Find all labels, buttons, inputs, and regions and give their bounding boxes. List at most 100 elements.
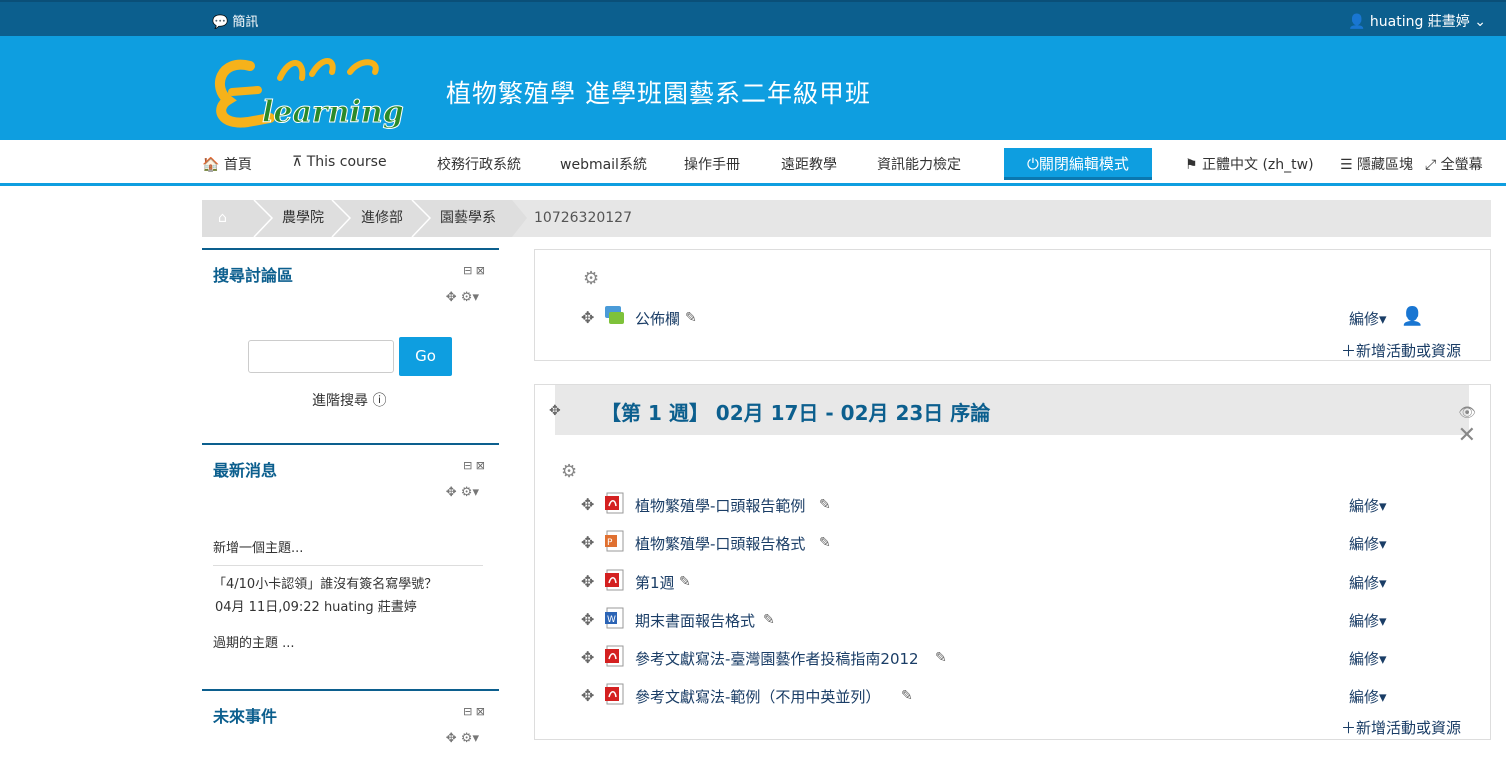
language-menu[interactable]: ⚑ 正體中文 (zh_tw) (1185, 154, 1314, 174)
pdf-icon[interactable] (603, 644, 625, 668)
breadcrumb-current: 10726320127 (534, 210, 632, 226)
pencil-icon[interactable]: ✎ (763, 612, 775, 628)
block-title: 最新消息 (213, 461, 278, 480)
section-header: ✥ 【第 1 週】 02月 17日 - 02月 23日 序論 (549, 385, 1469, 435)
eye-icon[interactable]: 👁 (1458, 405, 1476, 421)
add-topic-link[interactable]: 新增一個主題... (213, 537, 303, 556)
ppt-icon[interactable]: P (603, 529, 625, 553)
activity-name[interactable]: 植物繁殖學-口頭報告範例 (635, 495, 805, 516)
move-icon[interactable]: ✥ (581, 495, 594, 514)
edit-menu[interactable]: 編修▾ (1349, 648, 1387, 669)
svg-text:W: W (607, 615, 616, 625)
nav-school-admin[interactable]: 校務行政系統 (437, 154, 521, 174)
edit-menu[interactable]: 編修▾ (1349, 533, 1387, 554)
activity-name[interactable]: 第1週 (635, 572, 675, 593)
breadcrumb-item[interactable]: 農學院 (282, 200, 324, 237)
breadcrumb: ⌂ 農學院 進修部 園藝學系 10726320127 (202, 200, 1491, 237)
news-item-meta: 04月 11日,09:22 huating 莊晝婷 (215, 600, 417, 615)
course-title: 植物繁殖學 進學班園藝系二年級甲班 (446, 79, 871, 108)
nav-this-course[interactable]: ⊼ This course (292, 154, 387, 170)
user-menu[interactable]: 👤 huating 莊晝婷 ⌄ (1348, 11, 1486, 31)
block-dock-icons[interactable]: ⊟ ⊠ (463, 264, 485, 277)
move-icon[interactable]: ✥ (581, 648, 594, 667)
move-icon[interactable]: ✥ (581, 572, 594, 591)
pencil-icon[interactable]: ✎ (935, 650, 947, 666)
power-icon: ⏻ (1027, 155, 1039, 173)
edit-mode-toggle-button[interactable]: ⏻關閉編輯模式 (1004, 148, 1152, 180)
gear-icon[interactable]: ⚙ (561, 461, 577, 482)
nav-home[interactable]: 🏠 首頁 (202, 154, 252, 174)
header-banner: learning 植物繁殖學 進學班園藝系二年級甲班 (0, 36, 1506, 140)
chevron-down-icon: ⌄ (1474, 14, 1486, 30)
add-activity-link[interactable]: ＋新增活動或資源 (1341, 340, 1461, 361)
pdf-icon[interactable] (603, 491, 625, 515)
fullscreen-button[interactable]: ⤢ 全螢幕 (1425, 154, 1483, 174)
section-title: 【第 1 週】 02月 17日 - 02月 23日 序論 (601, 401, 991, 425)
pencil-icon[interactable]: ✎ (819, 497, 831, 513)
pdf-icon[interactable] (603, 568, 625, 592)
older-topics-link[interactable]: 過期的主題 ... (213, 632, 295, 651)
gear-icon[interactable]: ⚙ (583, 268, 599, 289)
activity-row: ✥ 參考文獻寫法-範例（不用中英並列） ✎ 編修▾ (535, 682, 1492, 712)
move-icon[interactable]: ✥ (581, 686, 594, 705)
course-section-1: ✥ 【第 1 週】 02月 17日 - 02月 23日 序論 👁 ✕ ⚙ ✥ 植物… (534, 384, 1491, 740)
pdf-icon[interactable] (603, 682, 625, 706)
nav-it-cert[interactable]: 資訊能力檢定 (877, 154, 961, 174)
go-button[interactable]: Go (399, 337, 452, 376)
activity-row: ✥ P 植物繁殖學-口頭報告格式 ✎ 編修▾ (535, 529, 1492, 559)
close-icon[interactable]: ✕ (1458, 423, 1476, 448)
forum-icon[interactable] (603, 304, 625, 328)
nav-webmail[interactable]: webmail系統 (560, 154, 647, 174)
block-move-gear-icons[interactable]: ✥ ⚙▾ (446, 731, 479, 746)
activity-name[interactable]: 公佈欄 (635, 308, 680, 329)
elearning-logo[interactable]: learning (210, 48, 415, 130)
move-icon[interactable]: ✥ (549, 403, 561, 419)
add-activity-link[interactable]: ＋新增活動或資源 (1341, 717, 1461, 738)
svg-text:learning: learning (262, 95, 404, 130)
word-icon[interactable]: W (603, 606, 625, 630)
sitemap-icon: ⊼ (292, 154, 303, 170)
news-item-title[interactable]: 「4/10小卡認領」誰沒有簽名寫學號？ (213, 573, 437, 592)
course-section-0: ⚙ ✥ 公佈欄 ✎ 編修▾ 👤 ＋新增活動或資源 (534, 249, 1491, 361)
activity-name[interactable]: 期末書面報告格式 (635, 610, 755, 631)
activity-name[interactable]: 參考文獻寫法-臺灣園藝作者投稿指南2012 (635, 648, 919, 669)
block-move-gear-icons[interactable]: ✥ ⚙▾ (446, 290, 479, 305)
pencil-icon[interactable]: ✎ (819, 535, 831, 551)
divider (213, 565, 483, 566)
block-dock-icons[interactable]: ⊟ ⊠ (463, 705, 485, 718)
hide-blocks-button[interactable]: ☰ 隱藏區塊 (1340, 154, 1413, 174)
block-dock-icons[interactable]: ⊟ ⊠ (463, 459, 485, 472)
user-icon: 👤 (1348, 14, 1366, 30)
home-icon: 🏠 (202, 157, 220, 173)
activity-row: ✥ 第1週 ✎ 編修▾ (535, 568, 1492, 598)
activity-name[interactable]: 參考文獻寫法-範例（不用中英並列） (635, 686, 880, 707)
help-icon[interactable]: ⓘ (372, 393, 386, 409)
edit-menu[interactable]: 編修▾ (1349, 495, 1387, 516)
search-forums-block: 搜尋討論區 ⊟ ⊠ ✥ ⚙▾ Go 進階搜尋 ⓘ (202, 248, 499, 430)
breadcrumb-item[interactable]: 園藝學系 (440, 200, 496, 237)
activity-name[interactable]: 植物繁殖學-口頭報告格式 (635, 533, 805, 554)
user-icon[interactable]: 👤 (1401, 306, 1423, 327)
advanced-search-link[interactable]: 進階搜尋 ⓘ (312, 390, 386, 410)
breadcrumb-item[interactable]: 進修部 (361, 200, 403, 237)
latest-news-block: 最新消息 ⊟ ⊠ ✥ ⚙▾ 新增一個主題... 「4/10小卡認領」誰沒有簽名寫… (202, 443, 499, 675)
move-icon[interactable]: ✥ (581, 533, 594, 552)
edit-menu[interactable]: 編修▾ (1349, 308, 1387, 329)
pencil-icon[interactable]: ✎ (679, 574, 691, 590)
pencil-icon[interactable]: ✎ (901, 688, 913, 704)
move-icon[interactable]: ✥ (581, 610, 594, 629)
edit-menu[interactable]: 編修▾ (1349, 686, 1387, 707)
edit-menu[interactable]: 編修▾ (1349, 572, 1387, 593)
nav-distance-learning[interactable]: 遠距教學 (781, 154, 837, 174)
edit-menu[interactable]: 編修▾ (1349, 610, 1387, 631)
search-input[interactable] (248, 340, 394, 373)
nav-manual[interactable]: 操作手冊 (684, 154, 740, 174)
block-move-gear-icons[interactable]: ✥ ⚙▾ (446, 485, 479, 500)
expand-icon: ⤢ (1425, 157, 1437, 173)
home-icon[interactable]: ⌂ (218, 200, 227, 237)
pencil-icon[interactable]: ✎ (685, 310, 697, 326)
messages-link[interactable]: 💬 簡訊 (212, 11, 258, 30)
move-icon[interactable]: ✥ (581, 308, 594, 327)
upcoming-events-block: 未來事件 ⊟ ⊠ ✥ ⚙▾ (202, 689, 499, 761)
activity-row: ✥ 植物繁殖學-口頭報告範例 ✎ 編修▾ (535, 491, 1492, 521)
